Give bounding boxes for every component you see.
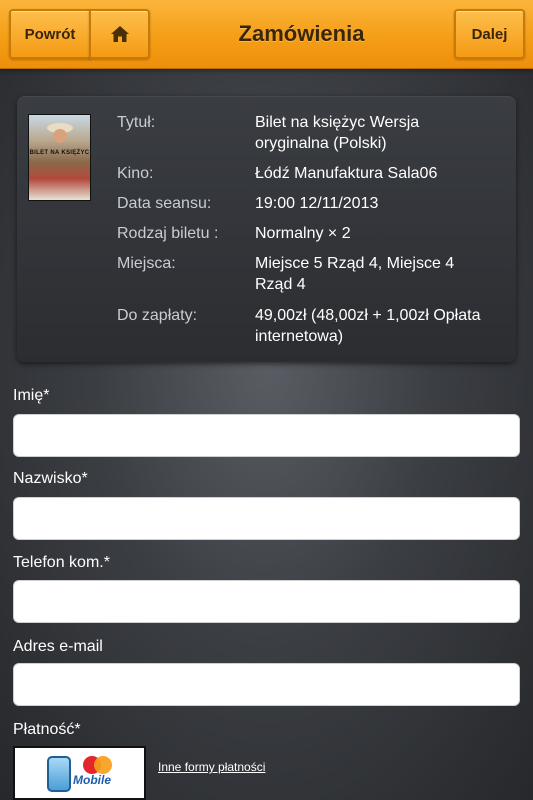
back-button[interactable]: Powrót [9, 9, 91, 59]
mastercard-circle-orange [94, 756, 112, 774]
cinema-label: Kino: [117, 165, 154, 182]
date-value: 19:00 12/11/2013 [255, 195, 379, 212]
home-button[interactable] [89, 9, 150, 59]
first-name-field[interactable] [13, 414, 520, 457]
total-value: 49,00zł (48,00zł + 1,00zł Opłata interne… [255, 307, 481, 345]
first-name-label: Imię* [13, 387, 50, 404]
mastercard-mobile-text: Mobile [73, 773, 111, 787]
title-label: Tytuł: [117, 114, 156, 131]
seats-value: Miejsce 5 Rząd 4, Miejsce 4 Rząd 4 [255, 255, 455, 293]
order-summary: BILET NA KSIĘŻYC Tytuł: Bilet na księżyc… [17, 96, 516, 362]
email-label: Adres e-mail [13, 638, 103, 655]
mastercard-logo-icon [83, 756, 113, 774]
page-title: Zamówienia [238, 21, 365, 46]
next-button[interactable]: Dalej [454, 9, 525, 59]
payment-option-mastercard-mobile[interactable]: Mobile [13, 746, 146, 800]
last-name-field[interactable] [13, 497, 520, 540]
seats-label: Miejsca: [117, 255, 176, 272]
movie-poster: BILET NA KSIĘŻYC [28, 114, 91, 201]
cinema-value: Łódź Manufaktura Sala06 [255, 165, 438, 182]
ticket-type-value: Normalny × 2 [255, 225, 351, 242]
poster-title: BILET NA KSIĘŻYC [29, 150, 90, 156]
top-bar: Powrót Zamówienia Dalej [0, 0, 533, 69]
ticket-type-label: Rodzaj biletu : [117, 225, 219, 242]
email-field[interactable] [13, 663, 520, 706]
total-label: Do zapłaty: [117, 307, 198, 324]
home-icon [110, 26, 129, 42]
last-name-label: Nazwisko* [13, 470, 88, 487]
payment-label: Płatność* [13, 721, 81, 738]
other-payment-methods-link[interactable]: Inne formy płatności [158, 760, 265, 774]
title-value: Bilet na księżyc Wersja oryginalna (Pols… [255, 114, 420, 152]
phone-label: Telefon kom.* [13, 554, 110, 571]
mobile-phone-icon [47, 756, 71, 792]
phone-field[interactable] [13, 580, 520, 623]
date-label: Data seansu: [117, 195, 212, 212]
poster-face-shape [53, 129, 67, 143]
